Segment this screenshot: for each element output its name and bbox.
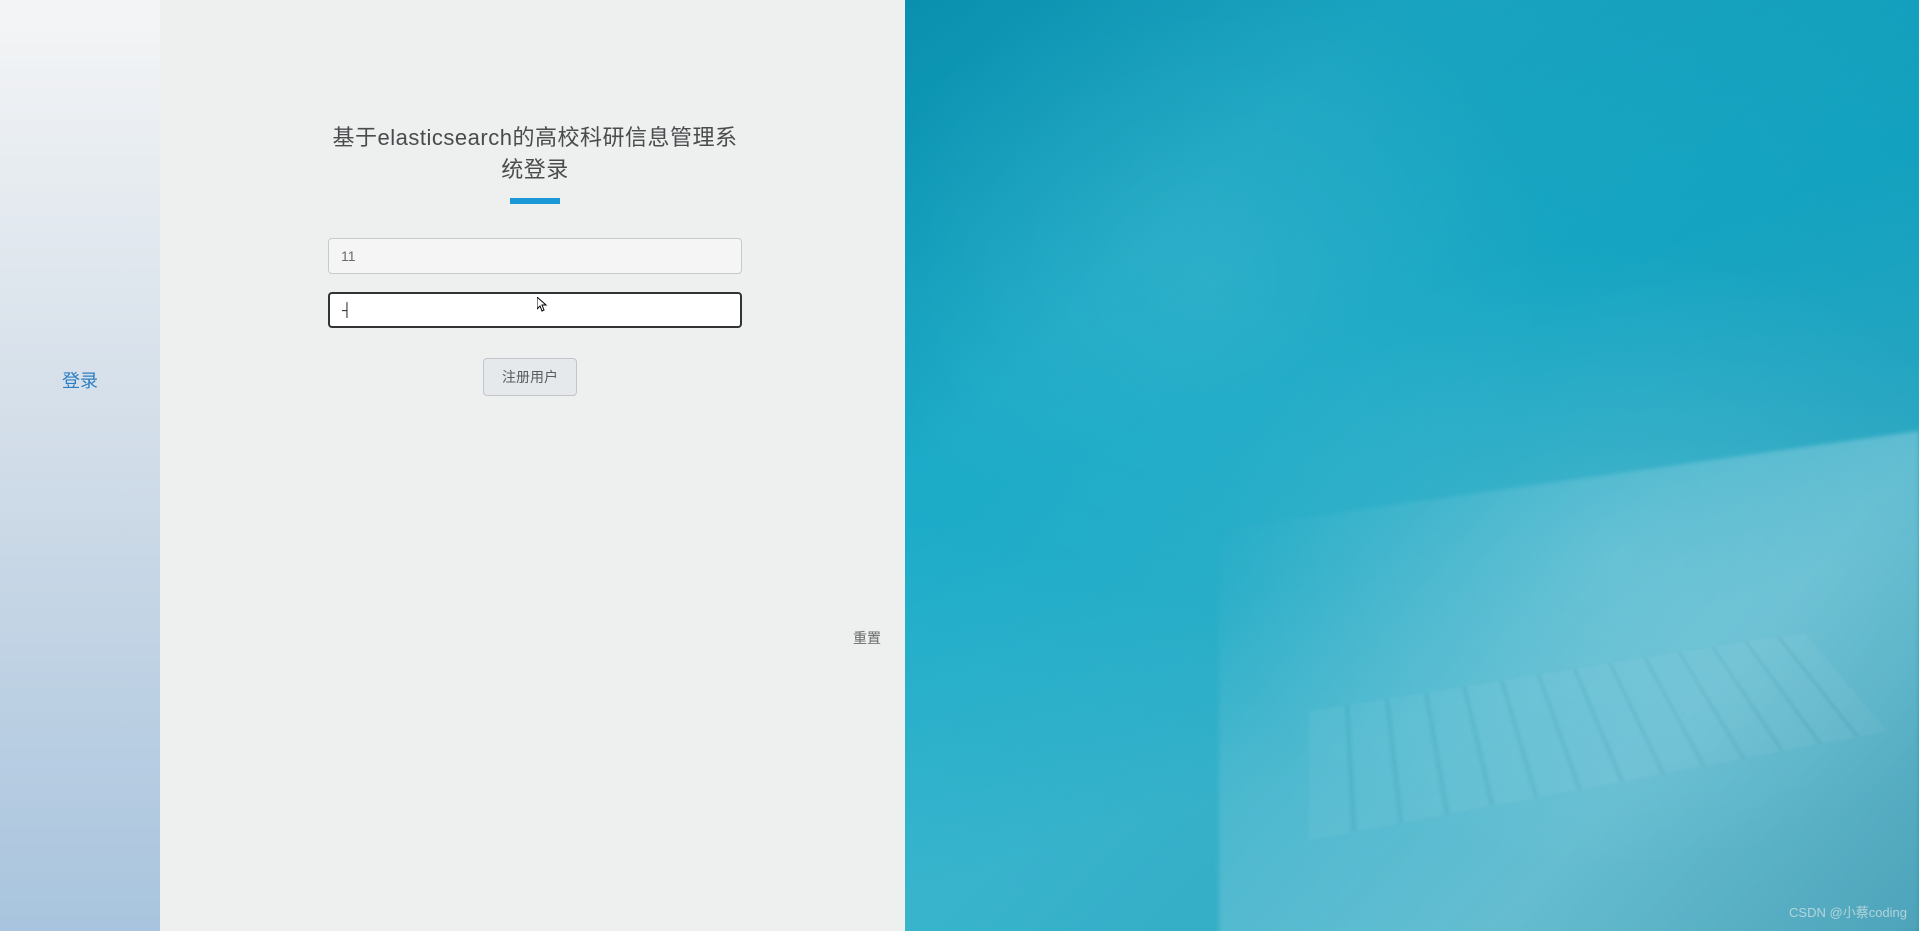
watermark-text: CSDN @小蔡coding bbox=[1789, 902, 1907, 921]
password-input[interactable] bbox=[328, 292, 742, 328]
page-title: 基于elasticsearch的高校科研信息管理系统登录 bbox=[328, 120, 742, 184]
username-input[interactable] bbox=[328, 238, 742, 274]
left-sidebar: 登录 bbox=[0, 0, 160, 931]
right-hero-panel bbox=[905, 0, 1919, 931]
title-underline bbox=[510, 198, 560, 204]
reset-link[interactable]: 重置 bbox=[853, 628, 881, 648]
register-button[interactable]: 注册用户 bbox=[483, 358, 577, 396]
main-panel: 基于elasticsearch的高校科研信息管理系统登录 注册用户 重置 bbox=[160, 0, 905, 931]
sidebar-login-label[interactable]: 登录 bbox=[62, 367, 98, 393]
login-form: 基于elasticsearch的高校科研信息管理系统登录 注册用户 bbox=[328, 120, 742, 396]
